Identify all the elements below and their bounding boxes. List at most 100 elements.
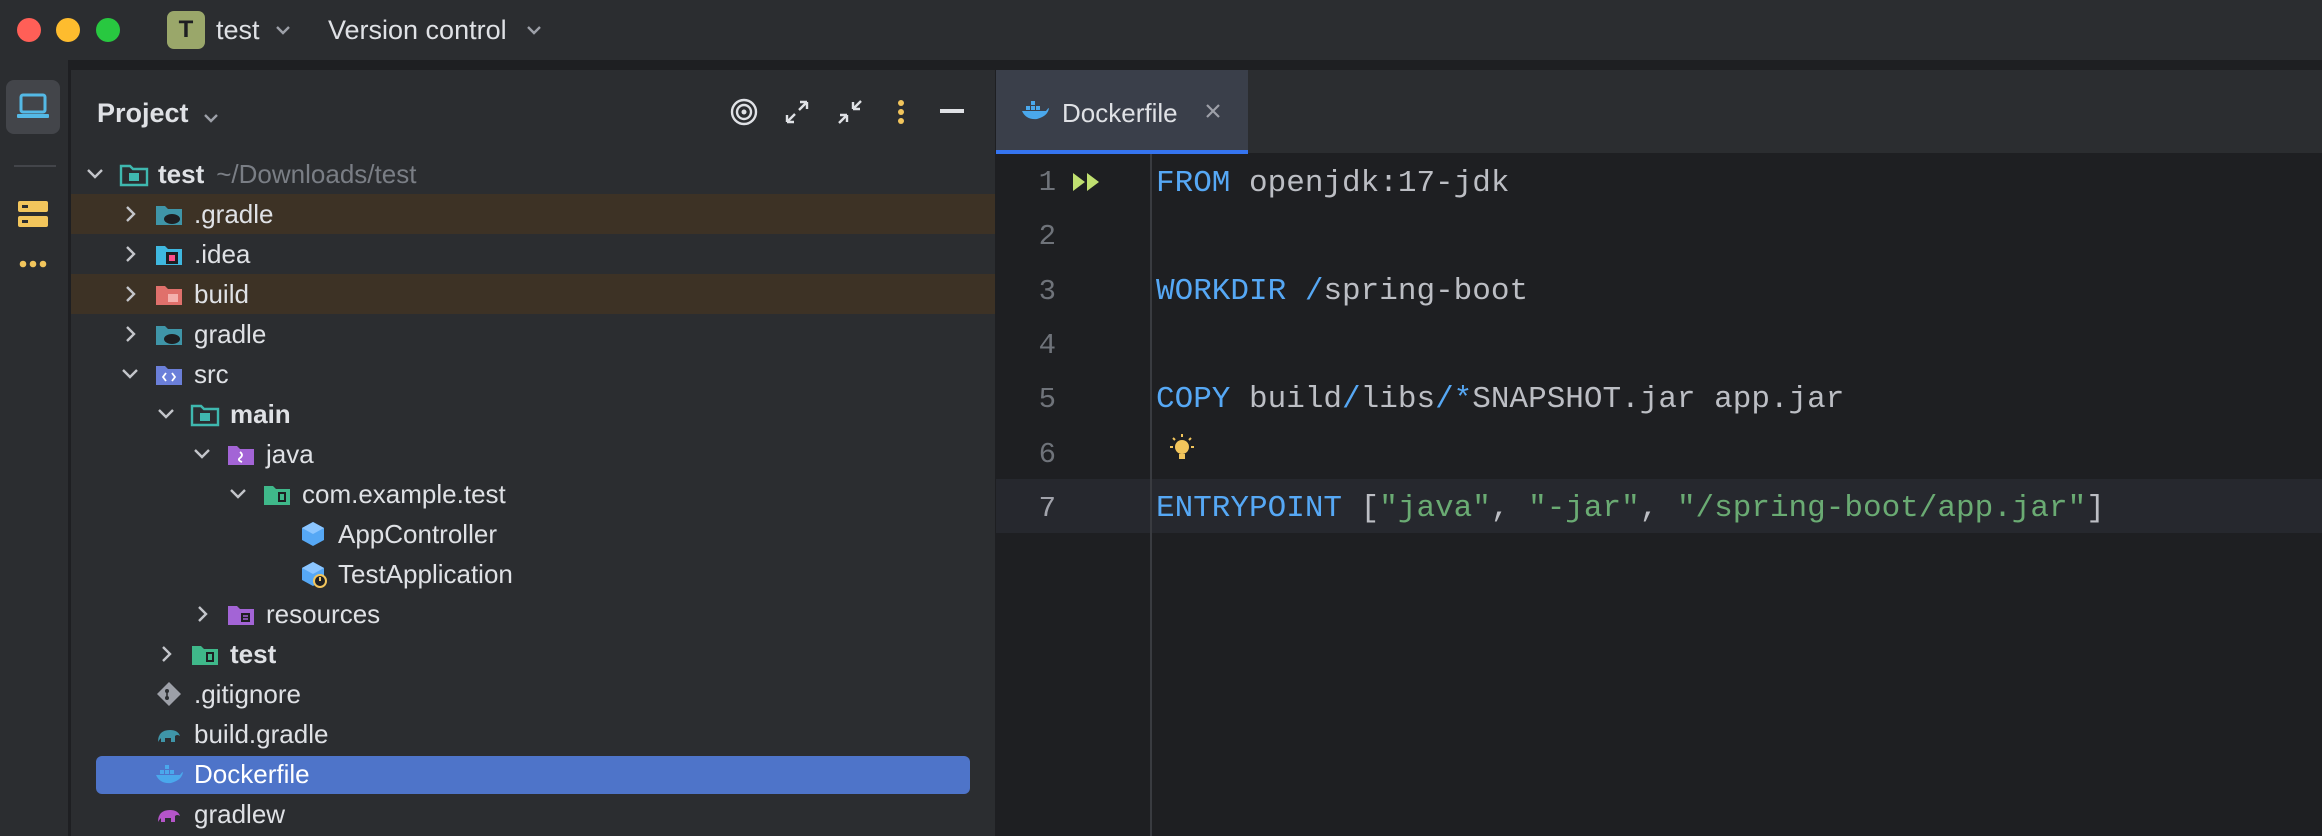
line-number: 1 xyxy=(1038,166,1056,199)
tree-row-resources[interactable]: resources xyxy=(71,594,995,634)
project-tool-button[interactable] xyxy=(6,80,60,134)
package-icon xyxy=(264,486,290,505)
chevron-right-icon[interactable] xyxy=(191,603,213,625)
tree-label-name: test xyxy=(158,159,205,189)
tree-row-testapplication[interactable]: TestApplication xyxy=(71,554,995,594)
tree-row-java[interactable]: java xyxy=(71,434,995,474)
code-keyword: ENTRYPOINT xyxy=(1156,491,1343,526)
minimize-icon xyxy=(940,109,964,113)
tree-row-package[interactable]: com.example.test xyxy=(71,474,995,514)
chevron-down-icon[interactable] xyxy=(155,403,177,425)
lightbulb-icon[interactable] xyxy=(1166,433,1198,467)
tree-row-build-gradle[interactable]: build.gradle xyxy=(71,714,995,754)
code-line-1: FROM openjdk:17-jdk xyxy=(1156,166,1509,201)
tree-label: build.gradle xyxy=(194,719,329,749)
chevron-down-icon[interactable] xyxy=(119,363,141,385)
tab-dockerfile[interactable]: Dockerfile xyxy=(996,70,1248,154)
chevron-right-icon[interactable] xyxy=(119,203,141,225)
code-line-7: ENTRYPOINT ["java", "-jar", "/spring-boo… xyxy=(1156,491,2105,526)
tree-row-main[interactable]: main xyxy=(71,394,995,434)
tree-row-appcontroller[interactable]: AppController xyxy=(71,514,995,554)
tree-row-test-root[interactable]: test ~/Downloads/test xyxy=(71,154,995,194)
tree-row-idea[interactable]: .idea xyxy=(71,234,995,274)
tree-row-build[interactable]: build xyxy=(71,274,995,314)
source-folder-icon xyxy=(156,366,182,385)
java-source-folder-icon xyxy=(228,446,254,465)
minimize-window-button[interactable] xyxy=(56,18,80,42)
tree-label: build xyxy=(194,279,249,309)
chevron-down-icon[interactable] xyxy=(84,163,106,185)
tree-row-test[interactable]: test xyxy=(71,634,995,674)
resources-folder-icon xyxy=(228,606,254,625)
tree-row-gitignore[interactable]: .gitignore xyxy=(71,674,995,714)
more-tools-button[interactable] xyxy=(6,237,60,291)
chevron-down-icon[interactable] xyxy=(272,19,294,41)
chevron-down-icon[interactable] xyxy=(201,108,221,128)
code-editor[interactable]: 1 2 3 4 5 6 7 FROM openjdk:17-jdk WORKDI… xyxy=(996,154,2322,836)
more-horizontal-icon xyxy=(19,260,47,268)
tree-label: com.example.test xyxy=(302,479,506,509)
code-text: spring-boot xyxy=(1323,274,1529,309)
tree-label: AppController xyxy=(338,519,497,549)
code-keyword: COPY xyxy=(1156,382,1231,417)
tree-label: TestApplication xyxy=(338,559,513,589)
code-text: libs xyxy=(1360,382,1436,417)
options-button[interactable] xyxy=(885,96,917,128)
tree-row-dot-gradle[interactable]: .gradle xyxy=(71,194,995,234)
title-bar: T test Version control xyxy=(0,0,2322,60)
project-badge[interactable]: T xyxy=(167,11,205,49)
chevron-down-icon[interactable] xyxy=(523,19,545,41)
version-control-menu[interactable]: Version control xyxy=(328,15,507,46)
docker-icon xyxy=(1022,101,1049,120)
tree-path-hint: ~/Downloads/test xyxy=(216,159,417,189)
spring-boot-class-icon xyxy=(302,562,327,588)
idea-folder-icon xyxy=(156,246,182,265)
chevron-right-icon[interactable] xyxy=(119,323,141,345)
line-number: 3 xyxy=(1038,275,1056,308)
line-number: 4 xyxy=(1038,329,1056,362)
java-class-icon xyxy=(302,522,324,546)
tree-row-src[interactable]: src xyxy=(71,354,995,394)
collapse-all-button[interactable] xyxy=(834,96,866,128)
code-text: , xyxy=(1639,491,1677,526)
strip-divider xyxy=(14,165,56,167)
tree-row-dockerfile[interactable]: Dockerfile xyxy=(71,754,995,794)
chevron-right-icon[interactable] xyxy=(119,283,141,305)
hide-panel-button[interactable] xyxy=(936,96,968,128)
tree-label: test ~/Downloads/test xyxy=(158,159,416,190)
tree-label: .idea xyxy=(194,239,251,269)
close-window-button[interactable] xyxy=(17,18,41,42)
project-name[interactable]: test xyxy=(216,15,260,46)
code-string: "-jar" xyxy=(1528,491,1640,526)
line-number: 5 xyxy=(1038,383,1056,416)
locate-file-button[interactable] xyxy=(728,96,760,128)
code-string: "java" xyxy=(1379,491,1491,526)
chevron-right-icon[interactable] xyxy=(155,643,177,665)
run-all-icon[interactable] xyxy=(1071,170,1105,194)
chevron-down-icon[interactable] xyxy=(227,483,249,505)
git-icon xyxy=(157,682,181,706)
expand-icon xyxy=(785,100,809,124)
code-text: [ xyxy=(1342,491,1380,526)
tree-row-gradle[interactable]: gradle xyxy=(71,314,995,354)
close-icon[interactable] xyxy=(1202,100,1224,122)
chevron-right-icon[interactable] xyxy=(119,243,141,265)
services-icon xyxy=(18,201,48,227)
code-slash: / xyxy=(1342,382,1361,417)
more-vertical-icon xyxy=(898,100,904,124)
code-text: SNAPSHOT.jar app.jar xyxy=(1472,382,1845,417)
code-slash: / xyxy=(1286,274,1324,309)
code-text: , xyxy=(1490,491,1529,526)
tree-label: test xyxy=(230,639,277,669)
gradle-elephant-icon xyxy=(158,730,180,742)
services-tool-button[interactable] xyxy=(6,187,60,241)
zoom-window-button[interactable] xyxy=(96,18,120,42)
docker-icon xyxy=(156,765,183,784)
tree-label: .gitignore xyxy=(194,679,301,709)
tree-row-gradlew[interactable]: gradlew xyxy=(71,794,995,834)
expand-all-button[interactable] xyxy=(781,96,813,128)
panel-title[interactable]: Project xyxy=(97,98,189,129)
chevron-down-icon[interactable] xyxy=(191,443,213,465)
tree-label: main xyxy=(230,399,291,429)
tab-label: Dockerfile xyxy=(1062,98,1178,128)
